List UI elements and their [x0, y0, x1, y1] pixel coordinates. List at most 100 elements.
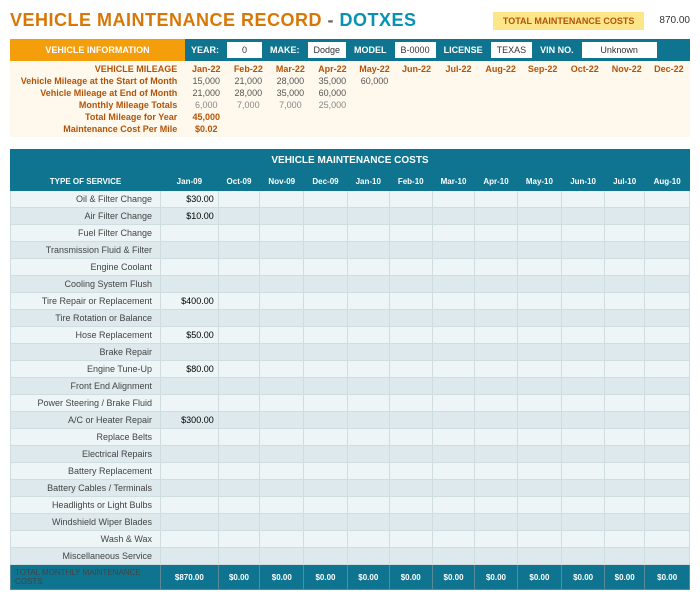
- service-cell[interactable]: [347, 480, 389, 497]
- service-cell[interactable]: [389, 463, 432, 480]
- service-cell[interactable]: [218, 480, 260, 497]
- mileage-cell[interactable]: [606, 87, 648, 99]
- service-cell[interactable]: [260, 531, 304, 548]
- service-cell[interactable]: [475, 480, 517, 497]
- service-cell[interactable]: [304, 480, 347, 497]
- service-cell[interactable]: [389, 327, 432, 344]
- service-cell[interactable]: [562, 548, 605, 565]
- service-cell[interactable]: $400.00: [161, 293, 219, 310]
- service-cell[interactable]: [218, 344, 260, 361]
- service-cell[interactable]: [260, 361, 304, 378]
- mileage-cell[interactable]: [353, 123, 395, 135]
- service-cell[interactable]: [475, 225, 517, 242]
- service-cell[interactable]: [347, 344, 389, 361]
- service-cell[interactable]: [562, 412, 605, 429]
- service-cell[interactable]: [645, 412, 690, 429]
- service-cell[interactable]: [475, 548, 517, 565]
- service-cell[interactable]: [161, 310, 219, 327]
- service-cell[interactable]: [645, 327, 690, 344]
- service-cell[interactable]: [304, 463, 347, 480]
- service-cell[interactable]: [475, 531, 517, 548]
- service-cell[interactable]: [347, 497, 389, 514]
- service-cell[interactable]: [517, 497, 562, 514]
- service-cell[interactable]: [389, 310, 432, 327]
- mileage-cell[interactable]: 28,000: [269, 75, 311, 87]
- service-cell[interactable]: [645, 378, 690, 395]
- service-cell[interactable]: [562, 259, 605, 276]
- service-cell[interactable]: [432, 446, 475, 463]
- service-cell[interactable]: [604, 293, 644, 310]
- mileage-cell[interactable]: [395, 111, 437, 123]
- service-cell[interactable]: [604, 191, 644, 208]
- service-cell[interactable]: [347, 242, 389, 259]
- service-cell[interactable]: [604, 225, 644, 242]
- service-cell[interactable]: [260, 429, 304, 446]
- mileage-cell[interactable]: [480, 123, 522, 135]
- service-cell[interactable]: [304, 412, 347, 429]
- mileage-cell[interactable]: [606, 99, 648, 111]
- service-cell[interactable]: [432, 463, 475, 480]
- service-cell[interactable]: [517, 191, 562, 208]
- service-cell[interactable]: [645, 480, 690, 497]
- mileage-cell[interactable]: 7,000: [227, 99, 269, 111]
- service-cell[interactable]: [304, 548, 347, 565]
- service-cell[interactable]: [304, 361, 347, 378]
- service-cell[interactable]: [260, 514, 304, 531]
- service-cell[interactable]: [475, 395, 517, 412]
- service-cell[interactable]: [562, 446, 605, 463]
- service-cell[interactable]: [161, 514, 219, 531]
- service-cell[interactable]: [260, 344, 304, 361]
- service-cell[interactable]: [562, 361, 605, 378]
- service-cell[interactable]: [347, 191, 389, 208]
- mileage-cell[interactable]: [648, 75, 690, 87]
- mileage-cell[interactable]: 21,000: [227, 75, 269, 87]
- mileage-cell[interactable]: [648, 123, 690, 135]
- service-cell[interactable]: [432, 480, 475, 497]
- service-cell[interactable]: [389, 344, 432, 361]
- mileage-cell[interactable]: 45,000: [185, 111, 227, 123]
- service-cell[interactable]: [517, 225, 562, 242]
- service-cell[interactable]: [645, 259, 690, 276]
- service-cell[interactable]: [517, 395, 562, 412]
- info-field-value[interactable]: 0: [227, 42, 262, 58]
- service-cell[interactable]: [389, 497, 432, 514]
- service-cell[interactable]: [260, 412, 304, 429]
- service-cell[interactable]: [432, 514, 475, 531]
- mileage-cell[interactable]: 35,000: [311, 75, 353, 87]
- service-cell[interactable]: [432, 378, 475, 395]
- mileage-cell[interactable]: [227, 123, 269, 135]
- service-cell[interactable]: [389, 395, 432, 412]
- service-cell[interactable]: [161, 463, 219, 480]
- service-cell[interactable]: [260, 293, 304, 310]
- service-cell[interactable]: [304, 208, 347, 225]
- service-cell[interactable]: [347, 463, 389, 480]
- service-cell[interactable]: [218, 395, 260, 412]
- mileage-cell[interactable]: 60,000: [353, 75, 395, 87]
- service-cell[interactable]: [347, 395, 389, 412]
- service-cell[interactable]: [260, 276, 304, 293]
- service-cell[interactable]: [432, 259, 475, 276]
- service-cell[interactable]: [645, 208, 690, 225]
- service-cell[interactable]: [562, 276, 605, 293]
- service-cell[interactable]: [260, 208, 304, 225]
- service-cell[interactable]: [432, 327, 475, 344]
- service-cell[interactable]: [645, 463, 690, 480]
- service-cell[interactable]: [260, 497, 304, 514]
- service-cell[interactable]: [562, 378, 605, 395]
- service-cell[interactable]: [389, 378, 432, 395]
- mileage-cell[interactable]: [480, 99, 522, 111]
- service-cell[interactable]: [218, 225, 260, 242]
- service-cell[interactable]: [260, 225, 304, 242]
- service-cell[interactable]: [389, 191, 432, 208]
- service-cell[interactable]: [475, 191, 517, 208]
- mileage-cell[interactable]: [564, 87, 606, 99]
- service-cell[interactable]: $300.00: [161, 412, 219, 429]
- service-cell[interactable]: [218, 497, 260, 514]
- mileage-cell[interactable]: [480, 75, 522, 87]
- info-field-value[interactable]: Dodge: [308, 42, 347, 58]
- service-cell[interactable]: [218, 412, 260, 429]
- service-cell[interactable]: [432, 276, 475, 293]
- service-cell[interactable]: [517, 310, 562, 327]
- service-cell[interactable]: [161, 242, 219, 259]
- service-cell[interactable]: [517, 412, 562, 429]
